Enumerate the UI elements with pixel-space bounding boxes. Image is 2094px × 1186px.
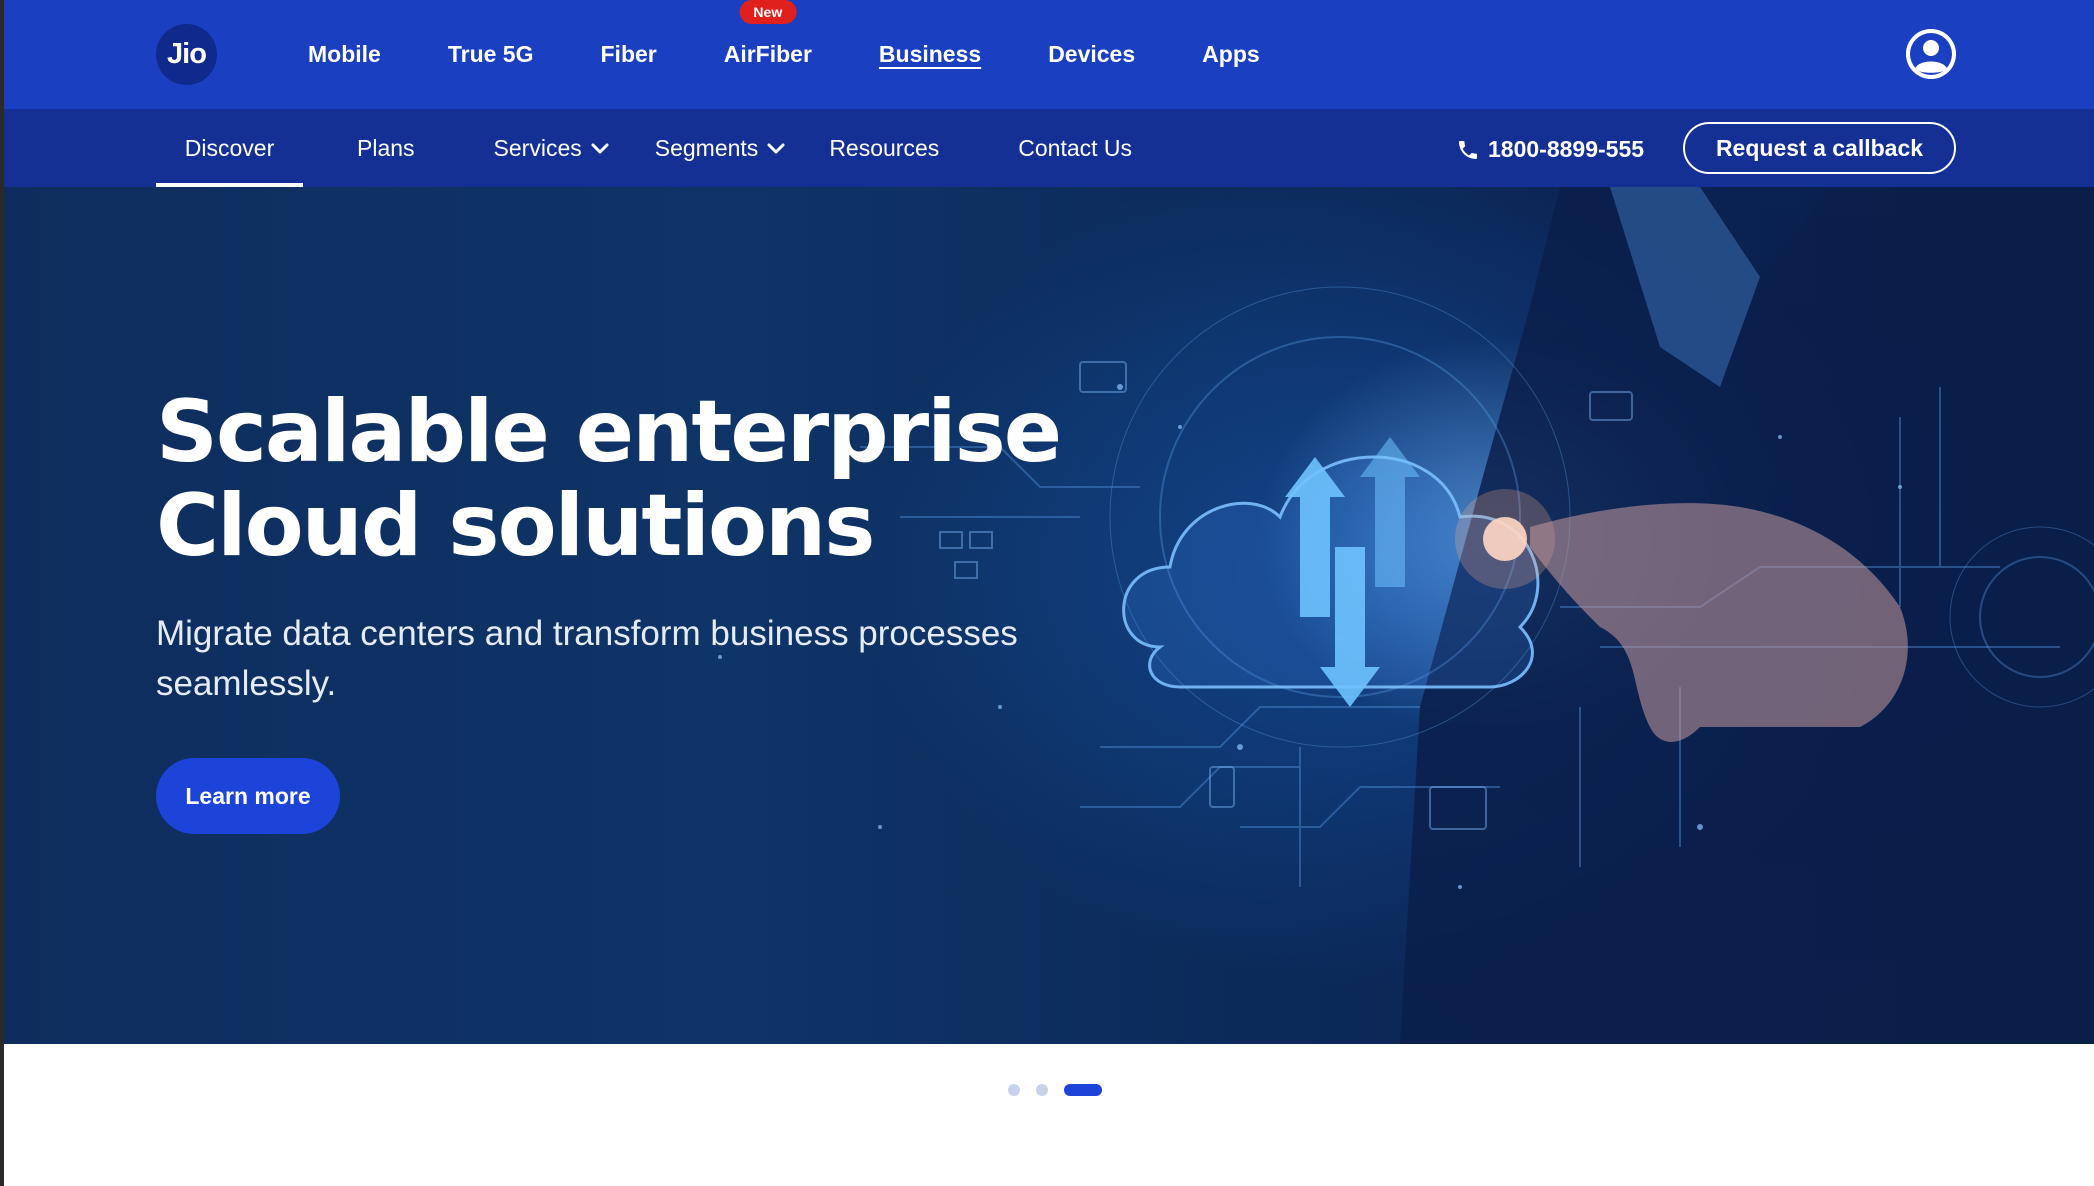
tab-segments[interactable]: Segments (655, 109, 787, 187)
carousel-dot[interactable] (1008, 1084, 1020, 1096)
nav-item-mobile[interactable]: Mobile (308, 41, 381, 68)
nav-item-airfiber[interactable]: New AirFiber (723, 0, 812, 68)
hero-subtext: Migrate data centers and transform busin… (156, 614, 1018, 703)
nav-item-airfiber-label: AirFiber (723, 41, 812, 67)
tab-plans[interactable]: Plans (357, 109, 415, 187)
chevron-down-icon (767, 143, 785, 154)
hero-headline-line1: Scalable enterprise (156, 382, 1062, 482)
tab-resources[interactable]: Resources (829, 109, 939, 187)
nav-item-true-5g[interactable]: True 5G (448, 41, 534, 68)
nav-item-fiber[interactable]: Fiber (601, 41, 657, 68)
tab-services-label: Services (493, 134, 582, 161)
nav-item-apps[interactable]: Apps (1202, 41, 1260, 68)
phone-icon (1459, 140, 1477, 159)
tab-contact-us-label: Contact Us (1018, 134, 1133, 161)
tab-plans-label: Plans (357, 134, 415, 161)
window-edge (0, 0, 4, 1186)
hero-headline: Scalable enterprise Cloud solutions (156, 385, 1156, 573)
nav-item-devices[interactable]: Devices (1048, 41, 1135, 68)
tab-contact-us[interactable]: Contact Us (1018, 109, 1132, 187)
phone-number: 1800-8899-555 (1488, 136, 1645, 162)
tab-discover[interactable]: Discover (156, 109, 303, 187)
carousel-indicators (1008, 1084, 1118, 1096)
chevron-down-icon (591, 143, 609, 154)
request-callback-button[interactable]: Request a callback (1683, 122, 1956, 174)
new-badge: New (739, 0, 797, 24)
tab-discover-label: Discover (184, 134, 275, 161)
carousel-dot-active[interactable] (1064, 1084, 1102, 1096)
phone-link[interactable]: 1800-8899-555 (1456, 136, 1644, 163)
top-header: Jio Mobile True 5G Fiber New AirFiber Bu… (0, 0, 2094, 109)
primary-nav: Mobile True 5G Fiber New AirFiber Busine… (308, 0, 1327, 109)
tab-segments-label: Segments (654, 134, 759, 161)
hero-headline-line2: Cloud solutions (156, 476, 875, 576)
nav-item-business[interactable]: Business (879, 41, 981, 68)
business-subnav: Discover Plans Services Segments Resourc… (0, 109, 2094, 187)
jio-logo[interactable]: Jio (156, 24, 217, 85)
learn-more-button[interactable]: Learn more (156, 758, 340, 834)
tab-services[interactable]: Services (494, 109, 610, 187)
tab-resources-label: Resources (829, 134, 940, 161)
secondary-nav: Discover Plans Services Segments Resourc… (156, 109, 1132, 187)
user-circle-icon[interactable] (1906, 29, 1956, 79)
carousel-dot[interactable] (1036, 1084, 1048, 1096)
hero-banner: Scalable enterprise Cloud solutions Migr… (0, 187, 2094, 1044)
